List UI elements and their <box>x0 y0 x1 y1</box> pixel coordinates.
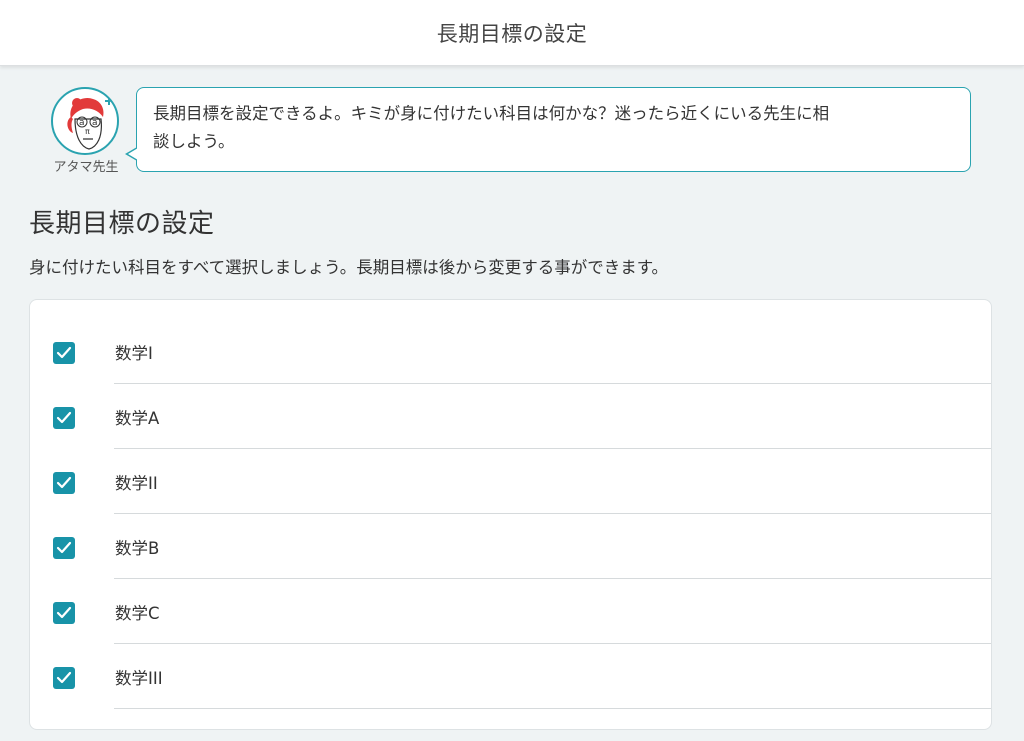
checkbox-checked-icon[interactable] <box>53 537 75 559</box>
subject-row-math3[interactable]: 数学III <box>30 625 991 709</box>
subject-label: 数学C <box>115 604 160 623</box>
row-divider <box>114 708 991 709</box>
checkbox-checked-icon[interactable] <box>53 602 75 624</box>
subject-label: 数学B <box>115 539 160 558</box>
subject-row-math1[interactable]: 数学I <box>30 300 991 384</box>
subject-list: 数学I 数学A 数学II 数学B 数学C 数学III <box>29 299 992 730</box>
svg-text:π: π <box>85 127 90 136</box>
checkbox-checked-icon[interactable] <box>53 407 75 429</box>
checkbox-checked-icon[interactable] <box>53 342 75 364</box>
subject-row-mathC[interactable]: 数学C <box>30 560 991 644</box>
header-bar: 長期目標の設定 <box>0 0 1024 66</box>
checkbox-checked-icon[interactable] <box>53 472 75 494</box>
speech-text-line1: 長期目標を設定できるよ。キミが身に付けたい科目は何かな？迷ったら近くにいる先生に… <box>153 104 830 123</box>
mascot-name: アタマ先生 <box>53 160 119 175</box>
header-title: 長期目標の設定 <box>436 21 588 46</box>
subject-label: 数学III <box>115 669 163 688</box>
page-title: 長期目標の設定 <box>29 209 215 239</box>
speech-text-line2: 談しよう。 <box>153 132 235 151</box>
subject-row-mathB[interactable]: 数学B <box>30 495 991 579</box>
subject-label: 数学II <box>115 474 158 493</box>
page-description: 身に付けたい科目をすべて選択しましょう。長期目標は後から変更する事ができます。 <box>29 258 669 277</box>
subject-row-mathA[interactable]: 数学A <box>30 365 991 449</box>
subject-row-math2[interactable]: 数学II <box>30 430 991 514</box>
atama-sensei-avatar-icon: a a π <box>51 87 119 155</box>
checkbox-checked-icon[interactable] <box>53 667 75 689</box>
speech-bubble-tail-inner <box>128 148 138 160</box>
subject-label: 数学A <box>115 409 160 428</box>
subject-label: 数学I <box>115 344 153 363</box>
speech-bubble: 長期目標を設定できるよ。キミが身に付けたい科目は何かな？迷ったら近くにいる先生に… <box>136 87 971 172</box>
